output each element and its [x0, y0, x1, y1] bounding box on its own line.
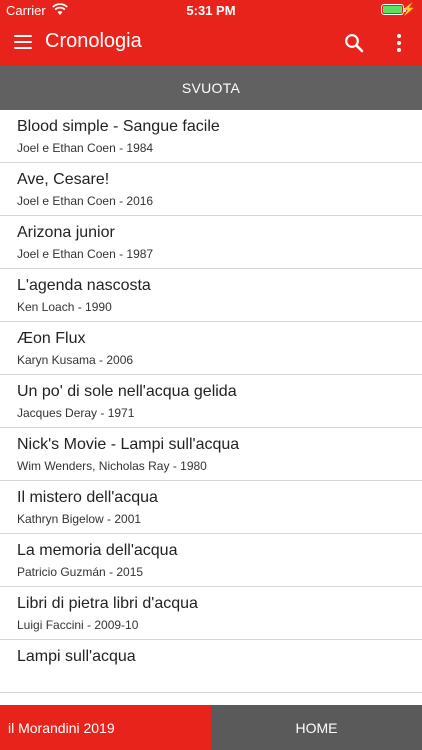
clear-history-button[interactable]: SVUOTA [0, 66, 422, 110]
charging-icon: ⚡ [401, 2, 416, 16]
item-subtitle: Karyn Kusama - 2006 [17, 353, 134, 367]
item-title: Lampi sull'acqua [17, 648, 136, 665]
item-title: Il mistero dell'acqua [17, 489, 158, 506]
item-title: L'agenda nascosta [17, 277, 151, 294]
item-title: Æon Flux [17, 330, 86, 347]
history-list: Blood simple - Sangue facile Joel e Ethan… [0, 110, 422, 705]
home-button[interactable]: HOME [211, 705, 422, 750]
status-bar: Carrier 5:31 PM ⚡ [0, 0, 422, 20]
list-item[interactable]: Blood simple - Sangue facile Joel e Ethan… [0, 110, 422, 163]
list-item[interactable]: L'agenda nascosta Ken Loach - 1990 [0, 269, 422, 322]
item-subtitle: Ken Loach - 1990 [17, 300, 112, 314]
item-title: La memoria dell'acqua [17, 542, 178, 559]
item-subtitle: Patricio Guzmán - 2015 [17, 565, 144, 579]
list-item[interactable]: Lampi sull'acqua [0, 640, 422, 693]
list-item[interactable]: La memoria dell'acqua Patricio Guzmán - 2… [0, 534, 422, 587]
list-item[interactable]: Arizona junior Joel e Ethan Coen - 1987 [0, 216, 422, 269]
item-subtitle: Luigi Faccini - 2009-10 [17, 618, 139, 632]
app-bar: Cronologia [0, 20, 422, 66]
hamburger-menu-icon[interactable] [14, 35, 32, 49]
item-subtitle: Jacques Deray - 1971 [17, 406, 135, 420]
list-item[interactable]: Nick's Movie - Lampi sull'acqua Wim Wende… [0, 428, 422, 481]
item-subtitle: Joel e Ethan Coen - 2016 [17, 194, 154, 208]
item-title: Blood simple - Sangue facile [17, 118, 220, 135]
more-vert-icon[interactable] [392, 32, 406, 54]
list-item[interactable]: Libri di pietra libri d'acqua Luigi Facci… [0, 587, 422, 640]
item-subtitle: Kathryn Bigelow - 2001 [17, 512, 142, 526]
list-item[interactable]: Ave, Cesare! Joel e Ethan Coen - 2016 [0, 163, 422, 216]
clock: 5:31 PM [186, 3, 236, 18]
item-title: Nick's Movie - Lampi sull'acqua [17, 436, 240, 453]
item-subtitle: Joel e Ethan Coen - 1987 [17, 247, 154, 261]
item-title: Ave, Cesare! [17, 171, 110, 188]
item-title: Libri di pietra libri d'acqua [17, 595, 198, 612]
item-title: Un po' di sole nell'acqua gelida [17, 383, 237, 400]
list-item[interactable]: Un po' di sole nell'acqua gelida Jacques … [0, 375, 422, 428]
item-subtitle: Wim Wenders, Nicholas Ray - 1980 [17, 459, 207, 473]
item-subtitle: Joel e Ethan Coen - 1984 [17, 141, 154, 155]
bottom-bar: il Morandini 2019 HOME [0, 705, 422, 750]
morandini-button[interactable]: il Morandini 2019 [0, 705, 211, 750]
list-item[interactable]: Il mistero dell'acqua Kathryn Bigelow - 2… [0, 481, 422, 534]
item-title: Arizona junior [17, 224, 115, 241]
page-title: Cronologia [45, 30, 142, 52]
list-item[interactable]: Æon Flux Karyn Kusama - 2006 [0, 322, 422, 375]
search-icon[interactable] [344, 33, 364, 53]
